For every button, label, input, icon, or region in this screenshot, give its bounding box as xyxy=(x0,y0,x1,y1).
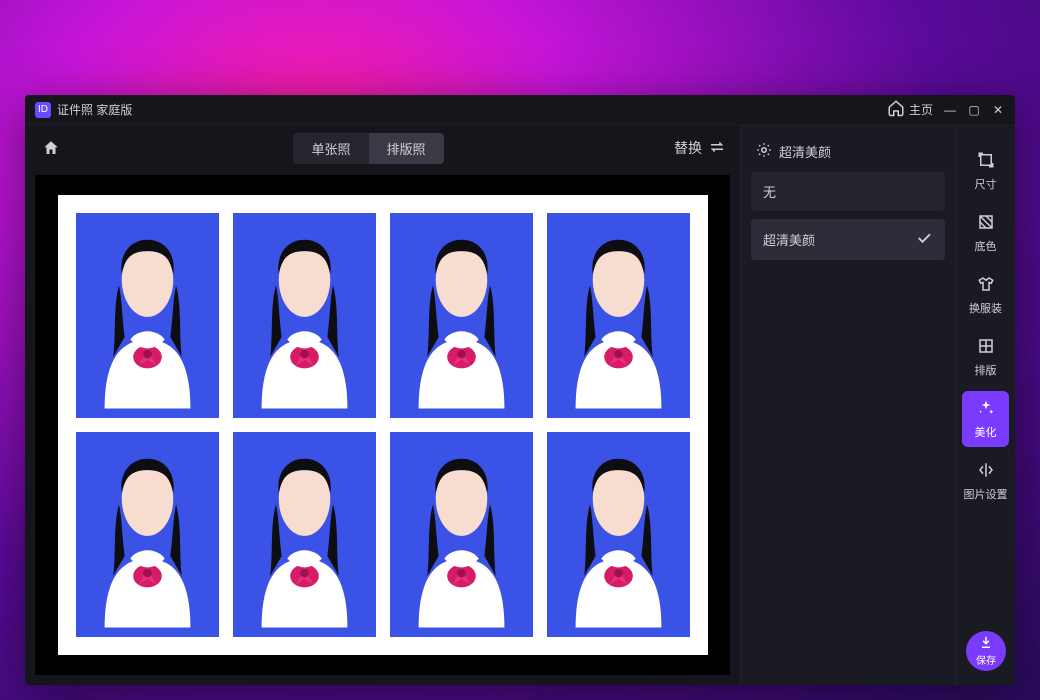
id-photo xyxy=(76,213,219,418)
id-photo xyxy=(390,213,533,418)
tab-layout[interactable]: 排版照 xyxy=(369,133,444,164)
magic-icon xyxy=(977,399,995,420)
id-photo xyxy=(390,432,533,637)
maximize-button[interactable]: ▢ xyxy=(967,103,981,117)
side-tabs: 尺寸 底色 换服装 排版 美化 图片设置 xyxy=(955,125,1015,685)
main-toolbar: 单张照 排版照 替换 xyxy=(25,125,740,171)
side-tab-beauty[interactable]: 美化 xyxy=(962,391,1009,447)
side-tab-size[interactable]: 尺寸 xyxy=(956,143,1015,199)
id-photo xyxy=(547,432,690,637)
id-photo xyxy=(547,213,690,418)
grid-icon xyxy=(977,337,995,358)
view-tabs: 单张照 排版照 xyxy=(293,133,443,164)
canvas-area: 单张照 排版照 替换 xyxy=(25,125,740,685)
side-tab-layout[interactable]: 排版 xyxy=(956,329,1015,385)
titlebar: ID 证件照 家庭版 主页 — ▢ ✕ xyxy=(25,95,1015,125)
shirt-icon xyxy=(977,275,995,296)
preview-viewport xyxy=(35,175,730,675)
option-none[interactable]: 无 xyxy=(751,172,945,211)
bg-icon xyxy=(977,213,995,234)
id-photo xyxy=(233,432,376,637)
toolbar-home-button[interactable] xyxy=(39,136,63,160)
beauty-panel: 超清美颜 无 超清美颜 xyxy=(740,125,955,685)
id-photo xyxy=(76,432,219,637)
app-icon: ID xyxy=(35,102,51,118)
panel-title: 超清美颜 xyxy=(751,137,945,172)
replace-label: 替换 xyxy=(674,138,702,158)
download-icon xyxy=(979,635,993,652)
option-hd-beauty[interactable]: 超清美颜 xyxy=(751,219,945,260)
photo-sheet xyxy=(58,195,708,655)
id-photo xyxy=(233,213,376,418)
app-window: ID 证件照 家庭版 主页 — ▢ ✕ 单张照 排版照 xyxy=(25,95,1015,685)
save-button[interactable]: 保存 xyxy=(966,631,1006,671)
home-link[interactable]: 主页 xyxy=(887,99,933,120)
sparkle-icon xyxy=(755,141,773,162)
size-icon xyxy=(977,151,995,172)
app-title: 证件照 家庭版 xyxy=(57,101,887,118)
home-label: 主页 xyxy=(909,101,933,118)
check-icon xyxy=(915,229,933,250)
side-tab-settings[interactable]: 图片设置 xyxy=(956,453,1015,509)
swap-icon xyxy=(708,138,726,159)
home-icon xyxy=(887,99,905,120)
replace-button[interactable]: 替换 xyxy=(674,138,726,159)
side-tab-bg[interactable]: 底色 xyxy=(956,205,1015,261)
mirror-icon xyxy=(977,461,995,482)
side-tab-clothes[interactable]: 换服装 xyxy=(956,267,1015,323)
minimize-button[interactable]: — xyxy=(943,103,957,117)
close-button[interactable]: ✕ xyxy=(991,103,1005,117)
tab-single[interactable]: 单张照 xyxy=(293,133,368,164)
